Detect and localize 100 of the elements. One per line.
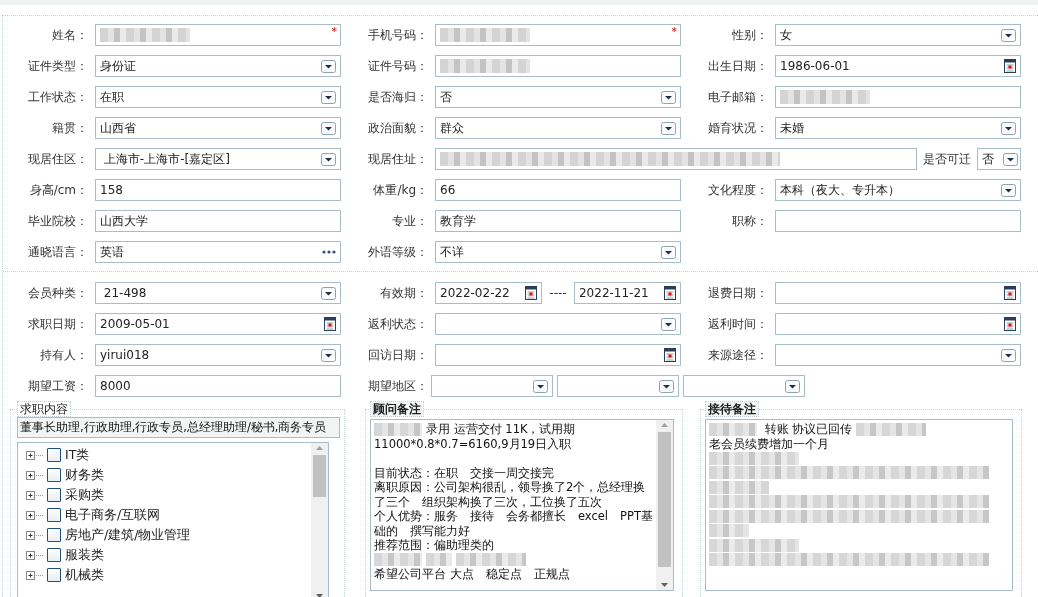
expand-icon[interactable] — [26, 530, 43, 540]
text-field[interactable]: 英语 — [95, 241, 341, 263]
dropdown-icon[interactable] — [321, 90, 336, 104]
calendar-icon[interactable] — [324, 317, 336, 331]
dropdown-icon[interactable] — [1001, 121, 1016, 135]
calendar-icon[interactable] — [664, 348, 676, 362]
date-field[interactable] — [775, 313, 1021, 335]
calendar-icon[interactable] — [664, 286, 676, 300]
more-icon[interactable] — [322, 250, 336, 254]
date-field[interactable]: 1986-06-01 — [775, 55, 1021, 77]
tree-item[interactable]: 采购类 — [65, 486, 104, 504]
tree-item[interactable]: IT类 — [65, 446, 90, 464]
select-field[interactable] — [431, 375, 553, 397]
expand-icon[interactable] — [26, 550, 43, 560]
expand-icon[interactable] — [26, 450, 43, 460]
select-field[interactable]: yirui018 — [95, 344, 341, 366]
dropdown-icon[interactable] — [1001, 28, 1016, 42]
tree-item[interactable]: 服装类 — [65, 546, 104, 564]
checkbox[interactable] — [47, 468, 61, 482]
field-label: 持有人： — [40, 346, 88, 364]
dropdown-icon[interactable] — [661, 121, 676, 135]
text-field[interactable] — [775, 210, 1021, 232]
dropdown-icon[interactable] — [661, 90, 676, 104]
text-field[interactable]: 董事长助理,行政助理,行政专员,总经理助理/秘书,商务专员 — [17, 417, 340, 438]
select-field[interactable]: 不详 — [435, 241, 681, 263]
select-field[interactable]: 未婚 — [775, 117, 1021, 139]
checkbox[interactable] — [47, 448, 61, 462]
dropdown-icon[interactable] — [1001, 183, 1016, 197]
select-field[interactable]: 群众 — [435, 117, 681, 139]
dropdown-icon[interactable] — [321, 121, 336, 135]
field-label: 政治面貌： — [368, 119, 428, 137]
tree-item[interactable]: 电子商务/互联网 — [65, 506, 161, 524]
tree-item[interactable]: 财务类 — [65, 466, 104, 484]
date-field[interactable] — [435, 344, 681, 366]
field-label: 出生日期： — [708, 57, 768, 75]
date-field[interactable] — [775, 282, 1021, 304]
text-field[interactable]: 66 — [435, 179, 681, 201]
text-field[interactable]: 8000 — [95, 375, 341, 397]
select-field[interactable]: 上海市-上海市-[嘉定区] — [95, 148, 341, 170]
expand-icon[interactable] — [26, 490, 43, 500]
select-field[interactable]: 山西省 — [95, 117, 341, 139]
text-field[interactable]: 教育学 — [435, 210, 681, 232]
field-label: 期望工资： — [28, 377, 88, 395]
dropdown-icon[interactable] — [785, 379, 800, 393]
dropdown-icon[interactable] — [661, 317, 676, 331]
checkbox[interactable] — [47, 548, 61, 562]
field-label: 返利时间： — [708, 315, 768, 333]
field-label: 职称： — [732, 212, 768, 230]
dropdown-icon[interactable] — [321, 286, 336, 300]
text-field[interactable]: 158 — [95, 179, 341, 201]
note-text: 离职原因：公司架构很乱，领导换了2个，总经理换 — [374, 480, 646, 495]
text-field[interactable]: * — [95, 24, 341, 46]
dropdown-icon[interactable] — [321, 152, 336, 166]
checkbox[interactable] — [47, 488, 61, 502]
tree-item[interactable]: 房地产/建筑/物业管理 — [65, 526, 191, 544]
select-field[interactable]: 否 — [435, 86, 681, 108]
date-field[interactable]: 2009-05-01 — [95, 313, 341, 335]
calendar-icon[interactable] — [525, 286, 537, 300]
calendar-icon[interactable] — [1004, 286, 1016, 300]
select-field[interactable]: 21-498 — [95, 282, 341, 304]
calendar-icon[interactable] — [1004, 59, 1016, 73]
expand-icon[interactable] — [26, 510, 43, 520]
notes-textarea[interactable]: 录用 运营交付 11K，试用期 11000*0.8*0.7=6160,9月19日入职 目前状态：在职 交接一周交接完 离职原因：公司架构很乱，领导换了2个，总经理换 了三个 组织架构换了三次，工位换了五次 个人优势：服务 接待 会务都擅长 excel PPT基 础的 撰写能力好 推荐范围：偏助理类的 希望公司平台 大点 稳定点 正规点 — [370, 419, 674, 591]
calendar-icon[interactable] — [1004, 317, 1016, 331]
scroll-thumb[interactable] — [313, 455, 326, 497]
dropdown-icon[interactable] — [1003, 152, 1018, 166]
notes-textarea[interactable]: 转账 协议已回传 老会员续费增加一个月 — [705, 419, 1013, 591]
scrollbar[interactable] — [311, 443, 328, 597]
dropdown-icon[interactable] — [533, 379, 548, 393]
tree-item[interactable]: 机械类 — [65, 566, 104, 584]
scrollbar[interactable] — [655, 420, 673, 590]
text-field[interactable] — [775, 86, 1021, 108]
select-field[interactable]: 在职 — [95, 86, 341, 108]
select-field[interactable] — [683, 375, 805, 397]
text-field[interactable] — [435, 148, 917, 170]
field-label: 身高/cm： — [29, 181, 88, 199]
dropdown-icon[interactable] — [321, 59, 336, 73]
select-field[interactable]: 身份证 — [95, 55, 341, 77]
expand-icon[interactable] — [26, 570, 43, 580]
scroll-thumb[interactable] — [657, 432, 671, 567]
select-field[interactable] — [557, 375, 679, 397]
checkbox[interactable] — [47, 508, 61, 522]
select-field[interactable]: 女 — [775, 24, 1021, 46]
date-field[interactable]: 2022-11-21 — [574, 282, 681, 304]
dropdown-icon[interactable] — [1001, 348, 1016, 362]
text-field[interactable]: 山西大学 — [95, 210, 341, 232]
select-field[interactable]: 本科（夜大、专升本） — [775, 179, 1021, 201]
text-field[interactable]: * — [435, 24, 681, 46]
text-field[interactable] — [435, 55, 681, 77]
dropdown-icon[interactable] — [321, 348, 336, 362]
expand-icon[interactable] — [26, 470, 43, 480]
field-label: 通晓语言： — [28, 243, 88, 261]
date-field[interactable]: 2022-02-22 — [435, 282, 542, 304]
checkbox[interactable] — [47, 568, 61, 582]
dropdown-icon[interactable] — [659, 379, 674, 393]
checkbox[interactable] — [47, 528, 61, 542]
select-field[interactable] — [775, 344, 1021, 366]
select-field[interactable]: 否 — [977, 148, 1021, 170]
dropdown-icon[interactable] — [661, 245, 676, 259]
select-field[interactable] — [435, 313, 681, 335]
